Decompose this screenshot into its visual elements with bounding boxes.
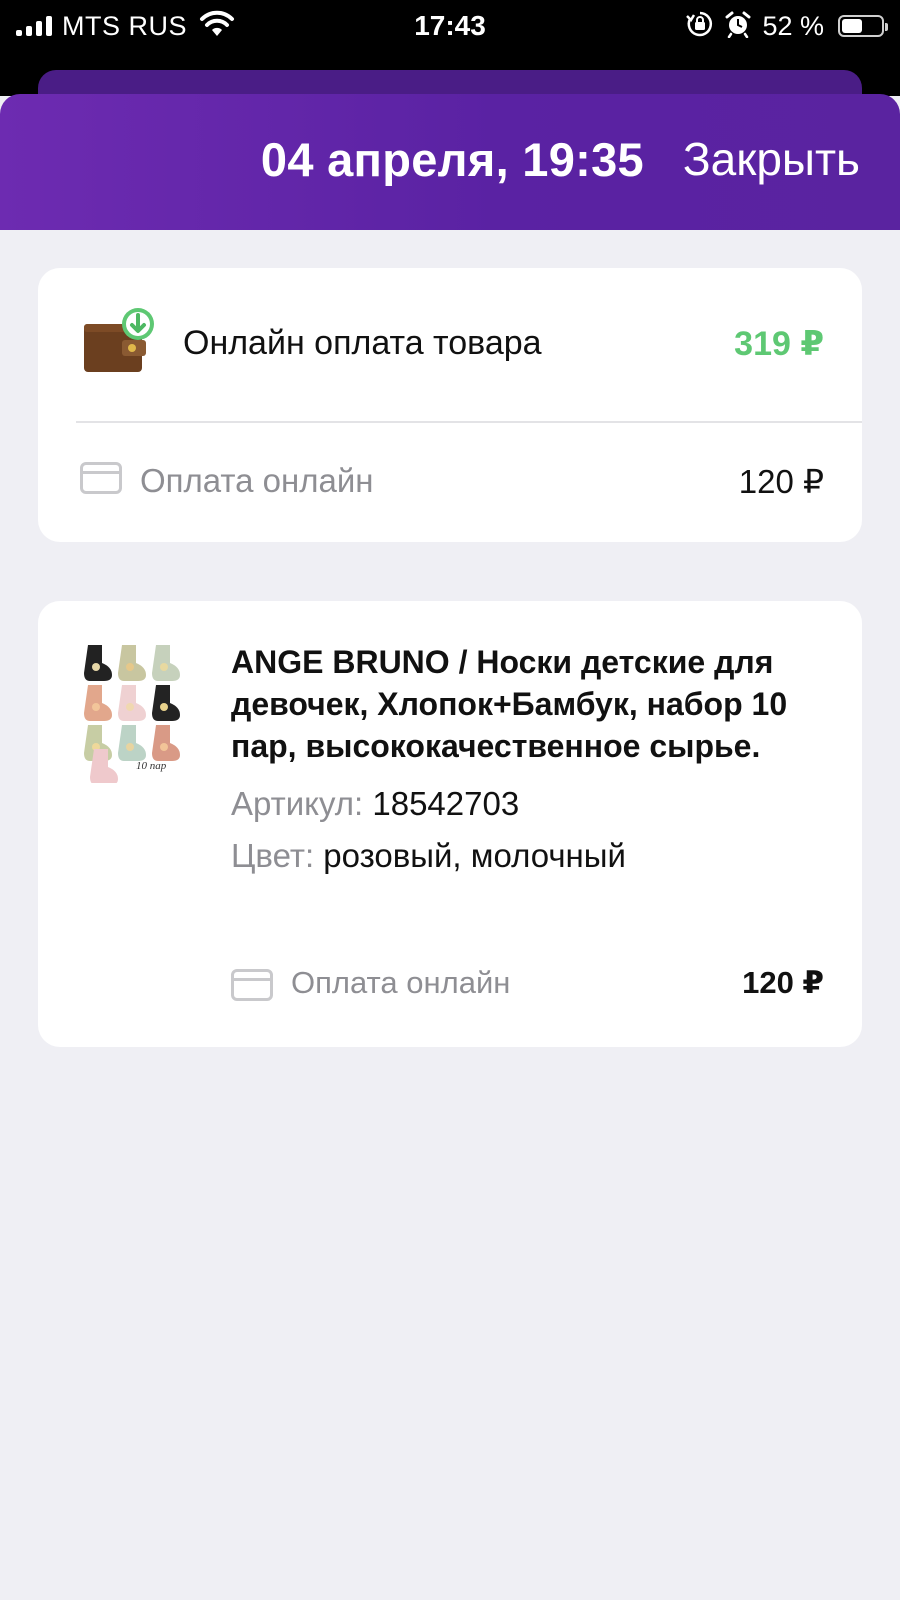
summary-row: Онлайн оплата товара 319 ₽: [38, 268, 862, 422]
product-payment-label: Оплата онлайн: [291, 965, 511, 1000]
color-value: розовый, молочный: [323, 837, 626, 874]
product-title[interactable]: ANGE BRUNO / Носки детские для девочек, …: [231, 641, 831, 767]
article-value: 18542703: [372, 785, 520, 822]
product-image-caption: 10 пар: [136, 760, 167, 772]
battery-percent: 52 %: [762, 10, 824, 41]
summary-amount: 319 ₽: [734, 325, 824, 363]
product-payment-amount: 120 ₽: [742, 965, 824, 1000]
color-line: Цвет: розовый, молочный: [231, 839, 831, 873]
article-label: Артикул:: [231, 785, 364, 822]
payment-summary-card: Онлайн оплата товара 319 ₽ Оплата онлайн…: [38, 268, 862, 542]
credit-card-icon: [231, 969, 273, 1001]
payment-method-label: Оплата онлайн: [140, 462, 374, 499]
battery-level: [842, 19, 862, 33]
color-label: Цвет:: [231, 837, 315, 874]
product-info: ANGE BRUNO / Носки детские для девочек, …: [231, 641, 831, 873]
status-right: 52 %: [686, 6, 888, 46]
summary-title: Онлайн оплата товара: [183, 324, 542, 362]
divider: [76, 421, 862, 423]
credit-card-icon: [80, 462, 122, 494]
product-card[interactable]: 10 пар ANGE BRUNO / Носки детские для де…: [38, 601, 862, 1047]
alarm-icon: [724, 10, 752, 43]
article-line: Артикул: 18542703: [231, 787, 831, 821]
product-image[interactable]: 10 пар: [78, 641, 190, 785]
wallet-download-icon: [82, 306, 156, 376]
close-button[interactable]: Закрыть: [683, 132, 860, 186]
order-date: 04 апреля, 19:35: [260, 133, 644, 186]
orientation-lock-icon: [686, 10, 714, 43]
modal-header: 04 апреля, 19:35 Закрыть: [0, 94, 900, 230]
product-payment-row: Оплата онлайн 120 ₽: [231, 965, 824, 1005]
payment-method-row: Оплата онлайн 120 ₽: [38, 424, 862, 542]
battery-icon: [838, 15, 888, 37]
payment-amount: 120 ₽: [738, 463, 824, 500]
